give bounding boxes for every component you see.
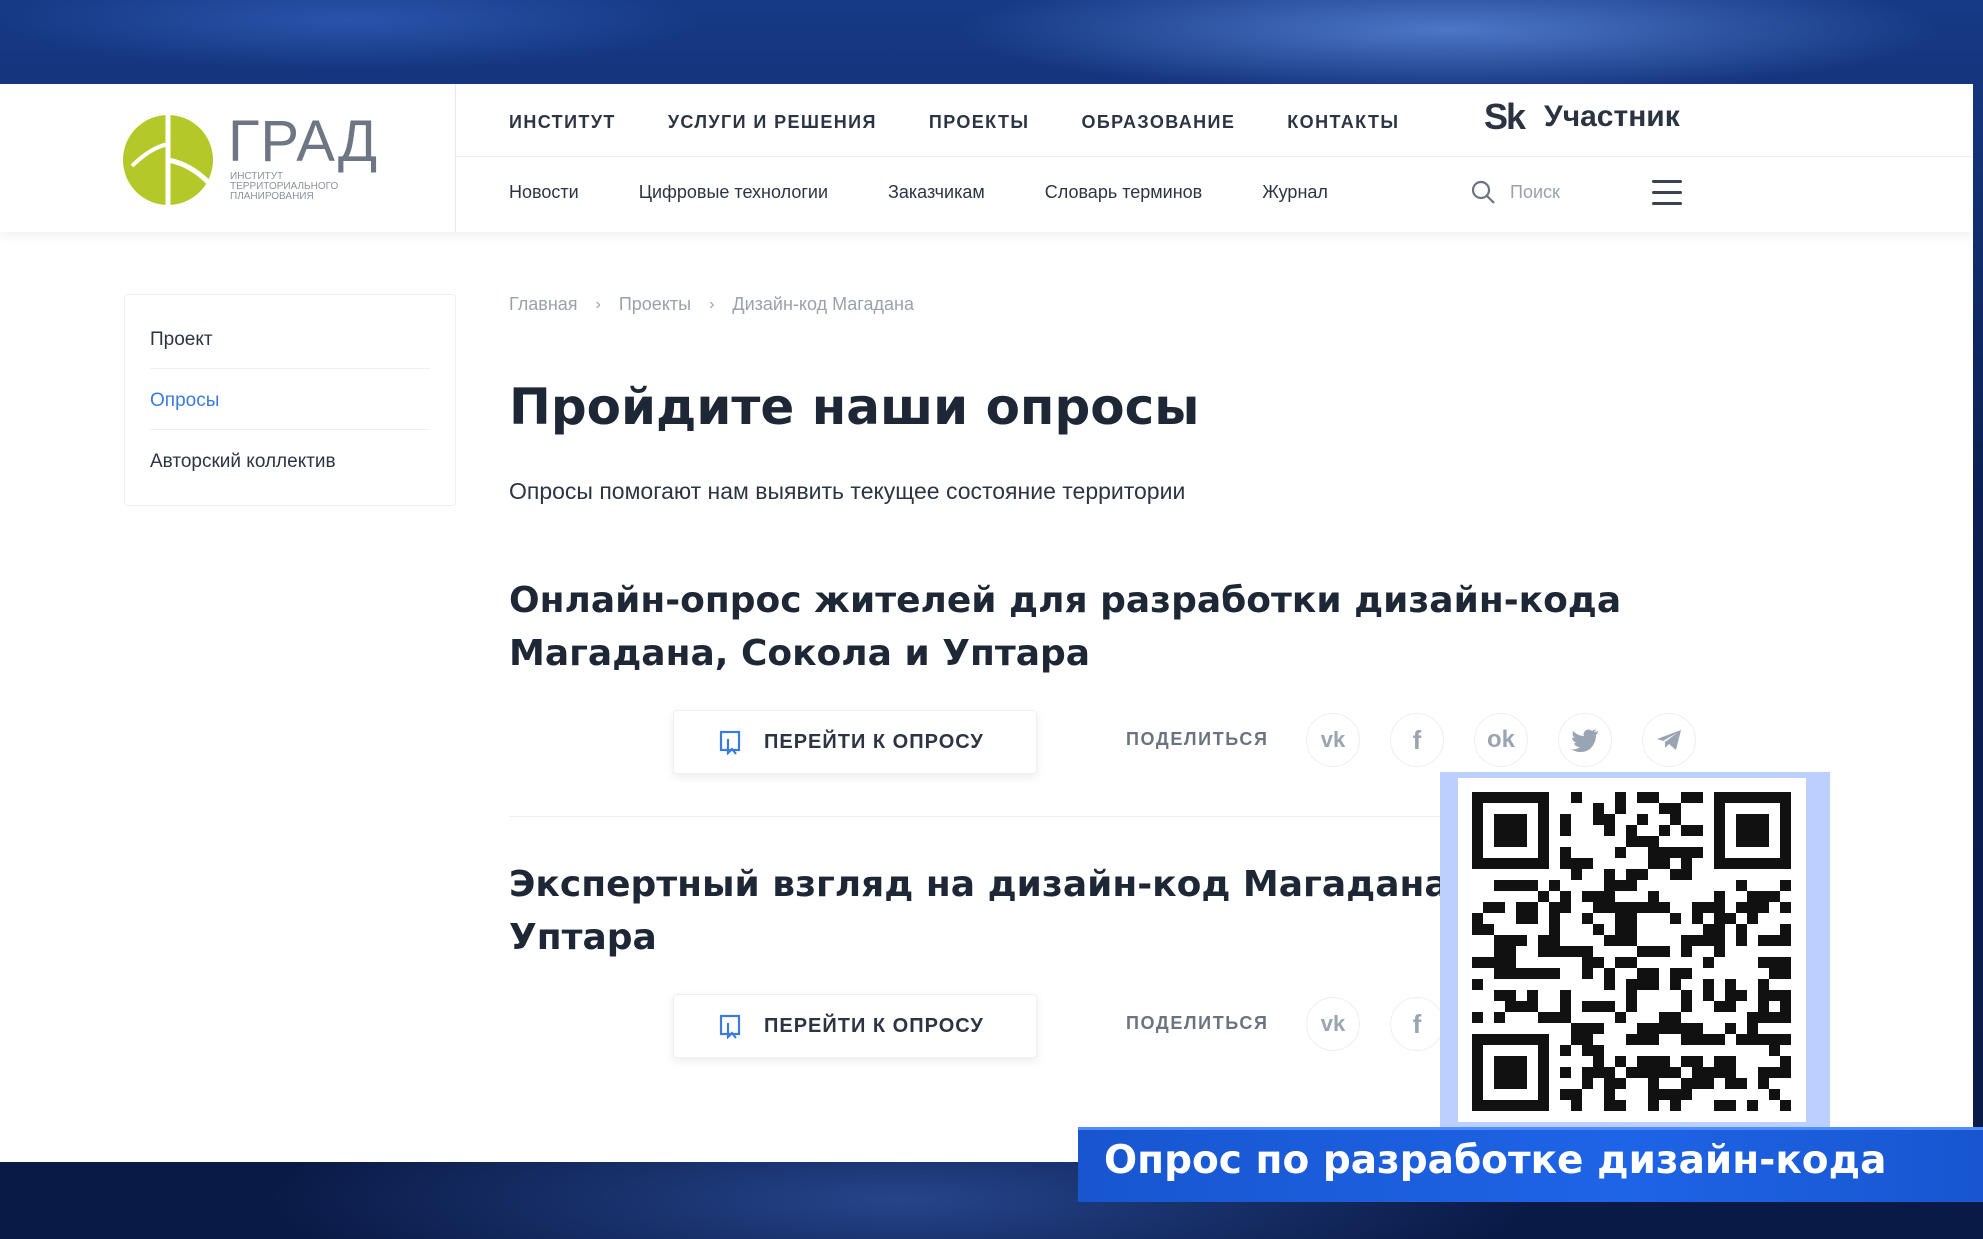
subnav-glossary[interactable]: Словарь терминов xyxy=(1045,182,1202,203)
logo-subtitle-line: ПЛАНИРОВАНИЯ xyxy=(230,191,314,202)
skolkovo-label: Участник xyxy=(1544,100,1680,133)
top-nav: ИНСТИТУТ УСЛУГИ И РЕШЕНИЯ ПРОЕКТЫ ОБРАЗО… xyxy=(509,104,1451,140)
subnav-clients[interactable]: Заказчикам xyxy=(888,182,985,203)
breadcrumb-current: Дизайн-код Магадана xyxy=(732,294,914,314)
twitter-icon[interactable] xyxy=(1558,713,1612,767)
search-placeholder: Поиск xyxy=(1510,181,1560,202)
sidebar-item-surveys[interactable]: Опросы xyxy=(150,390,430,412)
breadcrumb: Главная › Проекты › Дизайн-код Магадана xyxy=(509,294,914,315)
sidebar-item-authors[interactable]: Авторский коллектив xyxy=(150,451,430,473)
site-header: ГРАД ИНСТИТУТ ТЕРРИТОРИАЛЬНОГО ПЛАНИРОВА… xyxy=(0,84,1973,232)
vk-icon[interactable]: vk xyxy=(1306,997,1360,1051)
breadcrumb-projects[interactable]: Проекты xyxy=(619,294,691,315)
survey-title-line: Онлайн-опрос жителей для разработки диза… xyxy=(509,580,1622,621)
page-title: Пройдите наши опросы xyxy=(509,378,1200,436)
survey-title-line: Магадана, Сокола и Уптара xyxy=(509,633,1091,674)
sidebar: Проект Опросы Авторский коллектив xyxy=(124,294,456,506)
header-divider xyxy=(455,84,456,232)
sub-nav: Новости Цифровые технологии Заказчикам С… xyxy=(509,174,1388,210)
go-to-survey-button[interactable]: ПЕРЕЙТИ К ОПРОСУ xyxy=(673,710,1037,774)
odnoklassniki-icon[interactable]: ok xyxy=(1474,713,1528,767)
qr-code xyxy=(1458,778,1806,1122)
survey-title: Онлайн-опрос жителей для разработки диза… xyxy=(509,574,1689,680)
facebook-icon[interactable]: f xyxy=(1390,997,1444,1051)
page-intro: Опросы помогают нам выявить текущее сост… xyxy=(509,478,1186,504)
subnav-journal[interactable]: Журнал xyxy=(1262,182,1328,203)
facebook-icon[interactable]: f xyxy=(1390,713,1444,767)
go-to-survey-button[interactable]: ПЕРЕЙТИ К ОПРОСУ xyxy=(673,994,1037,1058)
nav-services[interactable]: УСЛУГИ И РЕШЕНИЯ xyxy=(668,112,877,133)
grad-logo[interactable]: ГРАД ИНСТИТУТ ТЕРРИТОРИАЛЬНОГО ПЛАНИРОВА… xyxy=(120,104,400,214)
skolkovo-logo: Sk xyxy=(1484,96,1526,137)
sidebar-divider xyxy=(150,368,430,369)
breadcrumb-home[interactable]: Главная xyxy=(509,294,578,315)
header-row-divider xyxy=(456,156,1973,157)
sidebar-item-project[interactable]: Проект xyxy=(150,329,430,351)
logo-subtitle: ИНСТИТУТ ТЕРРИТОРИАЛЬНОГО ПЛАНИРОВАНИЯ xyxy=(230,172,338,202)
logo-wordmark: ГРАД xyxy=(228,109,379,174)
subnav-digital[interactable]: Цифровые технологии xyxy=(639,182,828,203)
vk-icon[interactable]: vk xyxy=(1306,713,1360,767)
menu-icon[interactable] xyxy=(1652,180,1682,206)
qr-code-icon xyxy=(1472,792,1791,1111)
share-label: ПОДЕЛИТЬСЯ xyxy=(1126,1013,1269,1033)
subnav-news[interactable]: Новости xyxy=(509,182,579,203)
caption-text: Опрос по разработке дизайн-кода xyxy=(1104,1138,1887,1183)
nav-institut[interactable]: ИНСТИТУТ xyxy=(509,112,616,133)
twitter-bird-icon xyxy=(1571,729,1598,752)
caption-banner: Опрос по разработке дизайн-кода xyxy=(1078,1127,1983,1202)
nav-education[interactable]: ОБРАЗОВАНИЕ xyxy=(1081,112,1235,133)
survey-link-icon xyxy=(719,1014,741,1039)
telegram-icon[interactable] xyxy=(1642,713,1696,767)
survey-link-icon xyxy=(719,730,741,755)
telegram-plane-icon xyxy=(1657,730,1681,750)
go-to-survey-label: ПЕРЕЙТИ К ОПРОСУ xyxy=(764,1014,984,1037)
search-icon xyxy=(1471,180,1495,204)
share-label: ПОДЕЛИТЬСЯ xyxy=(1126,729,1269,749)
nav-contacts[interactable]: КОНТАКТЫ xyxy=(1287,112,1399,133)
sidebar-divider xyxy=(150,429,430,430)
nav-projects[interactable]: ПРОЕКТЫ xyxy=(929,112,1030,133)
chevron-right-icon: › xyxy=(709,295,715,313)
chevron-right-icon: › xyxy=(595,295,601,313)
search-field[interactable]: Поиск xyxy=(1470,174,1560,210)
skolkovo-badge[interactable]: Sk Участник xyxy=(1484,96,1680,138)
go-to-survey-label: ПЕРЕЙТИ К ОПРОСУ xyxy=(764,730,984,753)
